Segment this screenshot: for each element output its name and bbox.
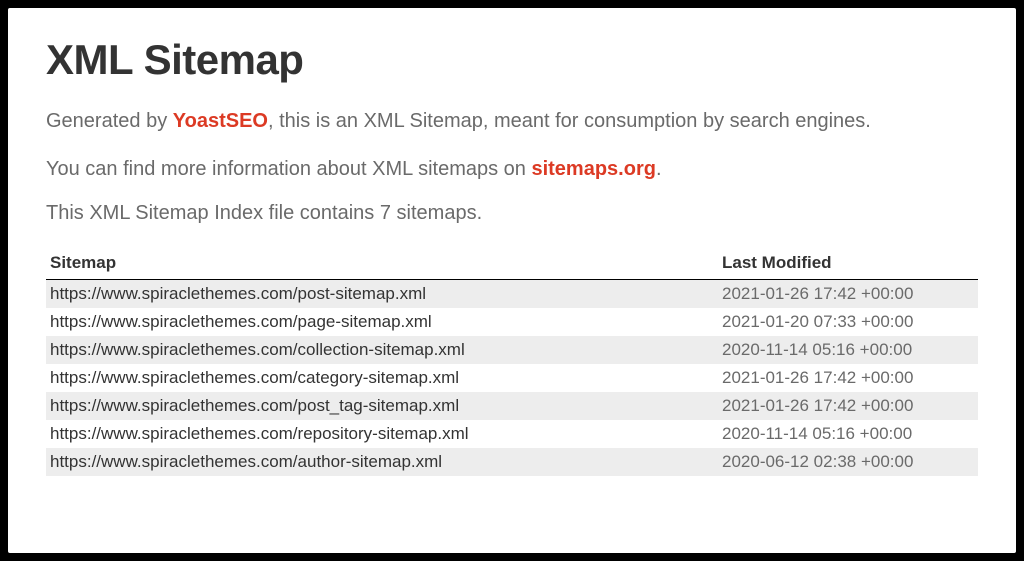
- sitemap-page: XML Sitemap Generated by YoastSEO, this …: [8, 8, 1016, 553]
- table-row: https://www.spiraclethemes.com/category-…: [46, 364, 978, 392]
- intro-line2-prefix: You can find more information about XML …: [46, 158, 531, 180]
- yoastseo-link[interactable]: YoastSEO: [173, 110, 268, 132]
- intro-line-2: You can find more information about XML …: [46, 154, 978, 184]
- sitemap-url-cell[interactable]: https://www.spiraclethemes.com/page-site…: [46, 308, 718, 336]
- intro-line2-suffix: .: [656, 158, 662, 180]
- table-header-row: Sitemap Last Modified: [46, 247, 978, 280]
- table-row: https://www.spiraclethemes.com/post_tag-…: [46, 392, 978, 420]
- sitemap-url-cell[interactable]: https://www.spiraclethemes.com/collectio…: [46, 336, 718, 364]
- sitemap-date-cell: 2021-01-26 17:42 +00:00: [718, 364, 978, 392]
- page-title: XML Sitemap: [46, 36, 978, 84]
- sitemap-summary: This XML Sitemap Index file contains 7 s…: [46, 202, 978, 225]
- sitemap-url-cell[interactable]: https://www.spiraclethemes.com/post-site…: [46, 280, 718, 309]
- header-sitemap: Sitemap: [46, 247, 718, 280]
- sitemap-url-cell[interactable]: https://www.spiraclethemes.com/repositor…: [46, 420, 718, 448]
- sitemap-date-cell: 2020-06-12 02:38 +00:00: [718, 448, 978, 476]
- sitemap-date-cell: 2021-01-20 07:33 +00:00: [718, 308, 978, 336]
- intro-prefix: Generated by: [46, 110, 173, 132]
- table-row: https://www.spiraclethemes.com/page-site…: [46, 308, 978, 336]
- sitemap-date-cell: 2020-11-14 05:16 +00:00: [718, 336, 978, 364]
- sitemap-table: Sitemap Last Modified https://www.spirac…: [46, 247, 978, 476]
- sitemap-date-cell: 2020-11-14 05:16 +00:00: [718, 420, 978, 448]
- sitemapsorg-link[interactable]: sitemaps.org: [531, 158, 655, 180]
- sitemap-url-cell[interactable]: https://www.spiraclethemes.com/category-…: [46, 364, 718, 392]
- sitemap-url-cell[interactable]: https://www.spiraclethemes.com/post_tag-…: [46, 392, 718, 420]
- sitemap-date-cell: 2021-01-26 17:42 +00:00: [718, 280, 978, 309]
- table-row: https://www.spiraclethemes.com/repositor…: [46, 420, 978, 448]
- sitemap-date-cell: 2021-01-26 17:42 +00:00: [718, 392, 978, 420]
- sitemap-url-cell[interactable]: https://www.spiraclethemes.com/author-si…: [46, 448, 718, 476]
- table-row: https://www.spiraclethemes.com/post-site…: [46, 280, 978, 309]
- header-last-modified: Last Modified: [718, 247, 978, 280]
- table-row: https://www.spiraclethemes.com/collectio…: [46, 336, 978, 364]
- intro-line-1: Generated by YoastSEO, this is an XML Si…: [46, 106, 978, 136]
- intro-mid: , this is an XML Sitemap, meant for cons…: [268, 110, 871, 132]
- table-row: https://www.spiraclethemes.com/author-si…: [46, 448, 978, 476]
